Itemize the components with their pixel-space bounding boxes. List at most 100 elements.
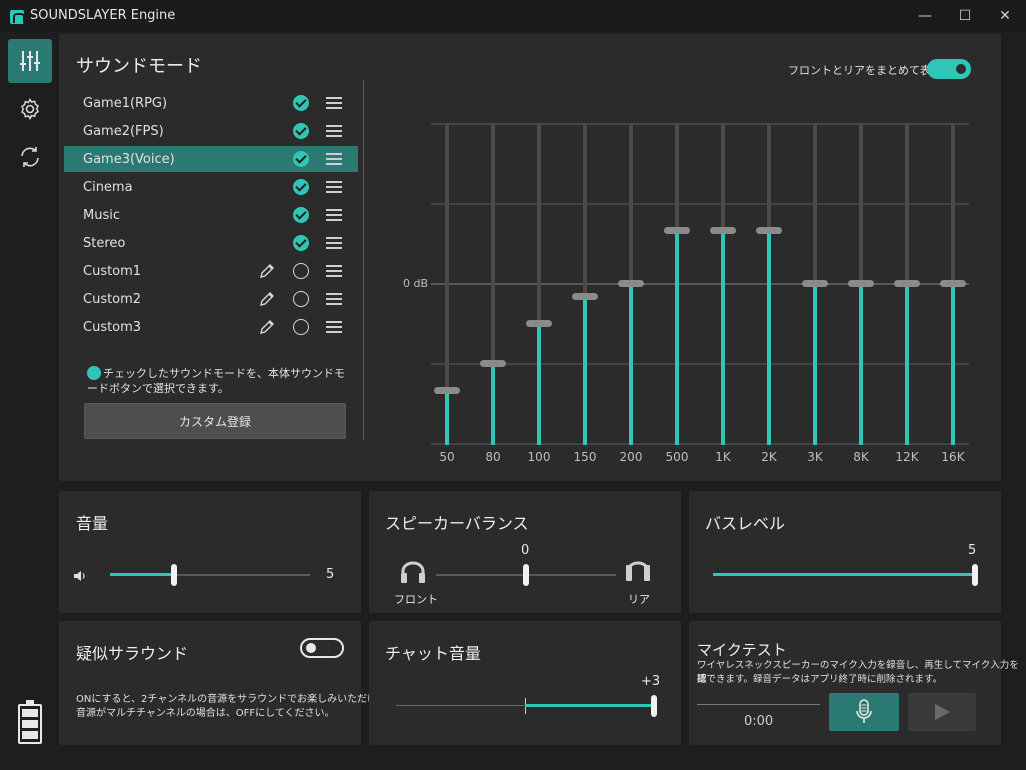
eq-grid-line	[431, 363, 969, 365]
volume-slider[interactable]	[110, 563, 310, 587]
unchecked-circle-icon[interactable]	[293, 263, 309, 279]
rail-settings-button[interactable]	[8, 87, 52, 131]
mic-progress-line	[697, 704, 820, 705]
close-button[interactable]: ✕	[990, 4, 1020, 28]
sound-mode-item[interactable]: Stereo	[64, 230, 358, 256]
speaker-balance-slider[interactable]	[436, 563, 616, 587]
unchecked-circle-icon[interactable]	[293, 319, 309, 335]
sound-mode-title: サウンドモード	[76, 56, 202, 77]
bass-thumb[interactable]	[972, 564, 978, 586]
app-logo-icon	[10, 10, 25, 24]
eq-grid-line	[431, 443, 969, 445]
eq-band-knob[interactable]	[480, 360, 506, 367]
bass-level-slider[interactable]	[713, 563, 978, 587]
eq-band-knob[interactable]	[572, 293, 598, 301]
sound-mode-item[interactable]: Custom3	[64, 314, 358, 340]
drag-handle-icon[interactable]	[326, 237, 342, 249]
drag-handle-icon[interactable]	[326, 125, 342, 137]
chat-fill	[525, 704, 654, 707]
sound-mode-item[interactable]: Custom2	[64, 286, 358, 312]
eq-band-knob[interactable]	[756, 226, 782, 234]
eq-band-fill	[583, 296, 587, 445]
minimize-button[interactable]: —	[910, 4, 940, 28]
unchecked-circle-icon[interactable]	[293, 291, 309, 307]
surround-description-2: 音源がマルチチャンネルの場合は、OFFにしてください。	[76, 708, 335, 719]
drag-handle-icon[interactable]	[326, 321, 342, 333]
eq-band-knob[interactable]	[618, 280, 644, 287]
chat-volume-slider[interactable]	[396, 694, 657, 718]
combine-front-rear-toggle[interactable]	[927, 59, 971, 79]
eq-band-knob[interactable]	[664, 226, 690, 234]
sound-mode-item[interactable]: Music	[64, 202, 358, 228]
chat-volume-title: チャット音量	[385, 644, 481, 663]
sound-mode-label: Custom2	[83, 291, 142, 307]
rail-refresh-button[interactable]	[8, 135, 52, 179]
drag-handle-icon[interactable]	[326, 97, 342, 109]
eq-band-knob[interactable]	[802, 280, 828, 287]
eq-band-fill	[721, 229, 725, 445]
sound-mode-item[interactable]: Custom1	[64, 258, 358, 284]
equalizer-icon	[20, 51, 40, 71]
eq-band-knob[interactable]	[526, 320, 552, 327]
eq-band-fill	[629, 283, 633, 445]
rear-label: リア	[628, 593, 650, 606]
bass-level-title: バスレベル	[705, 514, 786, 533]
eq-band-knob[interactable]	[894, 280, 920, 287]
eq-band-knob[interactable]	[940, 280, 966, 287]
edit-pencil-icon[interactable]	[258, 262, 276, 280]
eq-band-knob[interactable]	[434, 386, 460, 394]
record-button[interactable]	[829, 693, 899, 731]
eq-band-fill	[537, 323, 541, 445]
sound-mode-label: Custom3	[83, 319, 142, 335]
sound-mode-item[interactable]: Game2(FPS)	[64, 118, 358, 144]
eq-band-label: 2K	[761, 450, 777, 464]
sound-mode-item[interactable]: Game3(Voice)	[64, 146, 358, 172]
drag-handle-icon[interactable]	[326, 181, 342, 193]
eq-band-label: 50	[439, 450, 455, 464]
drag-handle-icon[interactable]	[326, 209, 342, 221]
volume-value: 5	[326, 567, 335, 582]
speaker-balance-title: スピーカーバランス	[385, 514, 529, 533]
volume-thumb[interactable]	[171, 564, 177, 586]
app-title: SOUNDSLAYER Engine	[30, 8, 176, 23]
edit-pencil-icon[interactable]	[258, 290, 276, 308]
maximize-button[interactable]: ☐	[950, 4, 980, 28]
play-button[interactable]	[908, 693, 976, 731]
drag-handle-icon[interactable]	[326, 153, 342, 165]
sound-mode-label: Music	[83, 207, 120, 223]
sound-mode-item[interactable]: Cinema	[64, 174, 358, 200]
front-speaker-icon	[400, 561, 426, 587]
eq-zero-db-label: 0 dB	[403, 277, 429, 290]
eq-band-label: 100	[527, 450, 551, 464]
check-icon[interactable]	[293, 151, 309, 167]
mic-time: 0:00	[744, 714, 774, 729]
eq-grid-line	[431, 123, 969, 125]
microphone-icon	[856, 699, 872, 723]
edit-pencil-icon[interactable]	[258, 318, 276, 336]
rail-equalizer-button[interactable]	[8, 39, 52, 83]
eq-band-knob[interactable]	[848, 280, 874, 287]
drag-handle-icon[interactable]	[326, 265, 342, 277]
eq-band-knob[interactable]	[710, 226, 736, 234]
check-icon[interactable]	[293, 123, 309, 139]
sound-mode-label: Stereo	[83, 235, 126, 251]
drag-handle-icon[interactable]	[326, 293, 342, 305]
surround-toggle[interactable]	[300, 638, 344, 658]
title-bar: SOUNDSLAYER Engine — ☐ ✕	[0, 0, 1026, 32]
sound-mode-item[interactable]: Game1(RPG)	[64, 90, 358, 116]
eq-band-fill	[767, 229, 771, 445]
balance-thumb[interactable]	[523, 564, 529, 586]
chat-thumb[interactable]	[651, 695, 657, 717]
equalizer-graph	[431, 123, 969, 445]
check-icon[interactable]	[293, 95, 309, 111]
sound-mode-label: Game2(FPS)	[83, 123, 164, 139]
mic-test-description-2: 認できます。録音データはアプリ終了時に削除されます。	[697, 674, 943, 685]
surround-description-1: ONにすると、2チャンネルの音源をサラウンドでお楽しみいただけます。	[76, 694, 407, 705]
check-icon[interactable]	[293, 207, 309, 223]
check-icon[interactable]	[293, 179, 309, 195]
check-icon[interactable]	[293, 235, 309, 251]
chat-volume-value: +3	[641, 674, 661, 689]
eq-band-label: 8K	[853, 450, 869, 464]
custom-register-button[interactable]: カスタム登録	[84, 403, 346, 439]
eq-band-fill	[859, 283, 863, 445]
